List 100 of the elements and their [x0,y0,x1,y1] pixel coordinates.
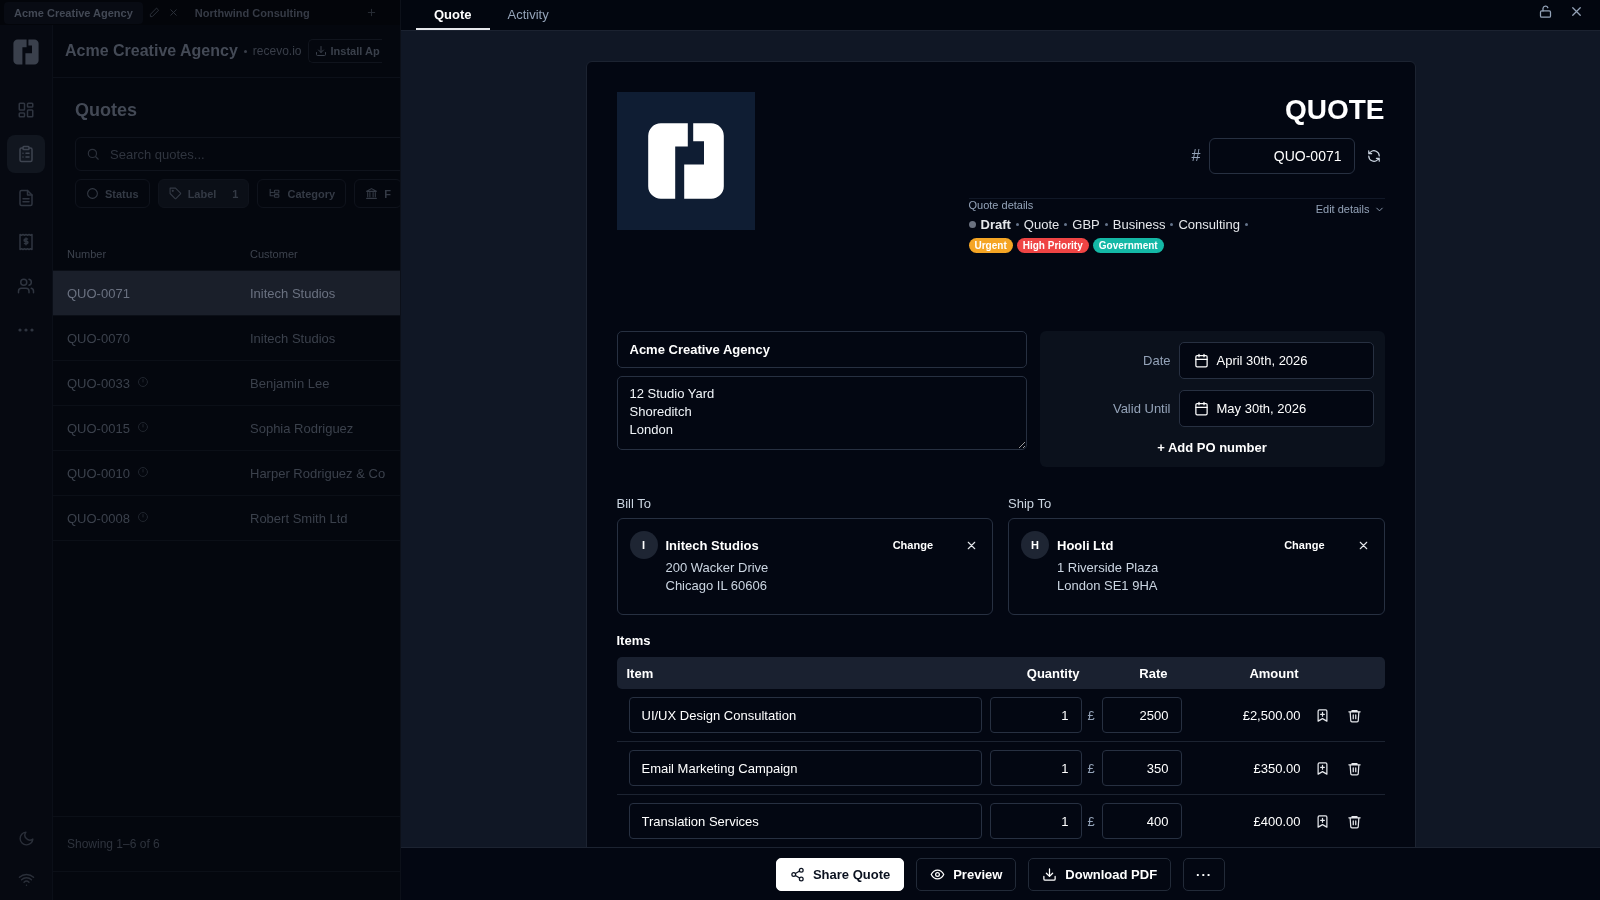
receipt-icon [17,233,35,251]
item-field[interactable]: Translation Services [628,803,982,839]
address-line: Chicago IL 60606 [664,577,768,595]
download-icon [1042,866,1058,882]
more-button[interactable]: ··· [1183,857,1226,891]
date-field[interactable]: May 30th, 2026 [1178,390,1374,427]
rate-field[interactable]: 400 [1101,803,1182,839]
tab[interactable]: Quote [416,0,490,30]
quantity-field[interactable]: 1 [989,750,1082,786]
tab[interactable]: Activity [489,0,567,30]
change-button[interactable]: Change [1278,538,1331,552]
customer-name: Initech Studios [250,330,337,346]
column-header: Amount [1248,665,1299,681]
domain-text: recevo.io [252,44,302,58]
quote-number: QUO-0033 [67,375,130,391]
quantity-field[interactable]: 1 [989,697,1082,733]
download-button[interactable]: Download PDF [1028,857,1172,891]
category-icon [268,187,282,200]
eye-icon [930,866,946,882]
item-field[interactable]: Email Marketing Campaign [628,750,982,786]
refresh-icon [1366,149,1381,163]
tag: Urgent [968,238,1013,253]
amount-text: £2,500.00 [1241,707,1301,723]
clock-icon [136,510,149,523]
quote-number-field[interactable]: QUO-0071 [1208,138,1355,174]
hash-label: # [1191,147,1201,165]
document-title: QUOTE [1284,94,1385,126]
change-button[interactable]: Change [886,538,939,552]
clock-icon [136,375,149,388]
bookmark-plus-icon [1315,707,1330,723]
search-icon [86,147,100,161]
party-name: Hooli Ltd [1057,537,1115,553]
items-heading: Items [616,633,652,648]
share-button[interactable]: Share Quote [775,857,905,891]
customer-name: Sophia Rodriguez [250,420,355,436]
add-po-button[interactable]: + Add PO number [1114,438,1310,459]
share-icon [789,866,805,882]
separator-dot [1170,223,1174,226]
rate-field[interactable]: 2500 [1101,697,1182,733]
party-heading: Ship To [1008,496,1053,511]
quote-number: QUO-0008 [67,510,130,526]
plus-icon [365,6,377,18]
address-line: 200 Wacker Drive [664,559,770,577]
customer-name: Harper Rodriguez & Co [250,465,387,481]
moon-icon [17,830,35,847]
calendar-icon [1193,401,1209,416]
tag-icon [168,187,182,200]
more-icon [18,328,34,332]
detail-text: GBP [1072,217,1100,232]
calendar-icon [1193,353,1209,368]
party-heading: Bill To [616,496,652,511]
rate-field[interactable]: 350 [1101,750,1182,786]
edit-details-button[interactable]: Edit details [1315,203,1385,215]
tag: Government [1092,238,1164,253]
quantity-field[interactable]: 1 [989,803,1082,839]
address-field[interactable]: 12 Studio Yard Shoreditch London [616,376,1027,450]
bookmark-plus-icon [1315,813,1330,829]
currency-symbol: £ [1087,813,1096,829]
amount-text: £350.00 [1252,760,1301,776]
clipboard-icon [17,145,35,163]
separator-dot [1244,223,1248,226]
trash-icon [1347,813,1362,829]
party-name: Initech Studios [665,537,760,553]
pencil-icon [148,7,160,18]
separator-dot [1015,223,1019,226]
close-icon [1569,4,1584,19]
trash-icon [1347,707,1362,723]
clock-icon [136,465,149,478]
status-text: Draft [980,217,1011,232]
clock-icon [136,420,149,433]
separator-dot [1064,223,1068,226]
document-icon [17,189,35,207]
currency-symbol: £ [1087,707,1096,723]
dashboard-icon [17,101,35,119]
customer-name: Robert Smith Ltd [250,510,349,526]
amount-text: £400.00 [1252,813,1301,829]
preview-button[interactable]: Preview [916,857,1017,891]
trash-icon [1347,760,1362,776]
detail-text: Quote [1023,217,1060,232]
date-label: Valid Until [1112,401,1171,416]
unlock-icon [1538,4,1553,19]
download-icon [314,45,327,57]
company-name-field[interactable]: Acme Creative Agency [616,331,1027,368]
quote-number: QUO-0015 [67,420,130,436]
close-icon [167,7,179,18]
item-field[interactable]: UI/UX Design Consultation [628,697,982,733]
customer-name: Benjamin Lee [250,375,331,391]
wifi-icon [17,871,35,888]
people-icon [17,277,35,295]
avatar: H [1021,531,1049,559]
details-label: Quote details [968,199,1035,211]
tag: High Priority [1016,238,1089,253]
app-logo [11,37,41,67]
quote-number: QUO-0071 [67,285,130,301]
column-header: Number [67,248,108,260]
quote-number: QUO-0070 [67,330,130,346]
column-header: Rate [1138,665,1169,681]
column-header: Quantity [1025,665,1080,681]
date-field[interactable]: April 30th, 2026 [1178,342,1374,379]
customer-name: Initech Studios [250,285,337,301]
